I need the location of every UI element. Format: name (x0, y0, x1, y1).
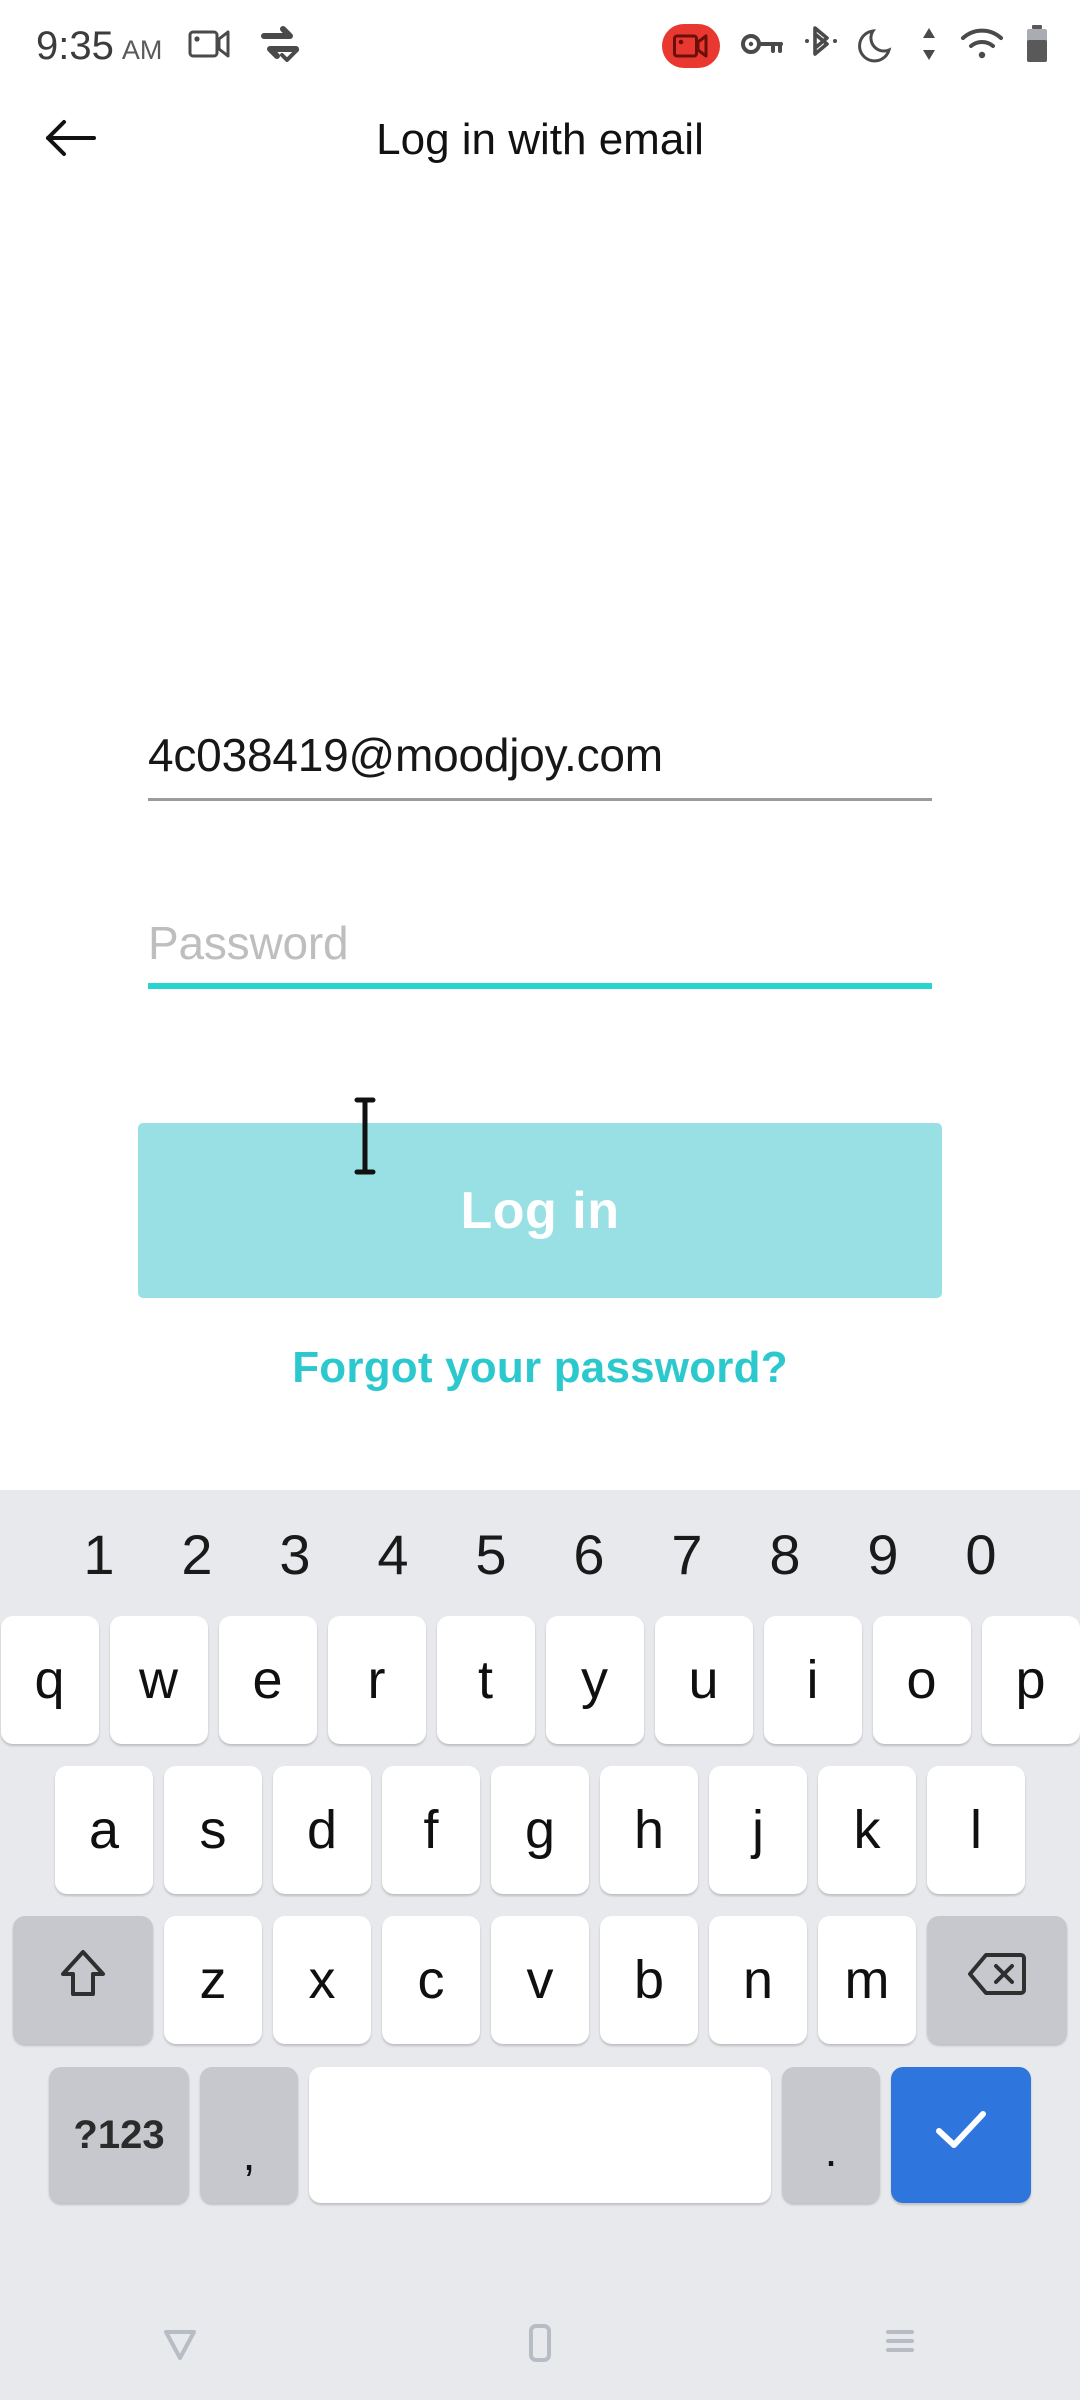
key-n[interactable]: n (709, 1916, 807, 2044)
screen-cast-icon (188, 27, 232, 66)
key-6[interactable]: 6 (540, 1505, 638, 1605)
key-5[interactable]: 5 (442, 1505, 540, 1605)
key-f[interactable]: f (382, 1766, 480, 1894)
mouse-cursor-ibeam (348, 1096, 382, 1181)
key-c[interactable]: c (382, 1916, 480, 2044)
status-time: 9:35 (36, 23, 114, 68)
bluetooth-icon (804, 24, 838, 69)
password-field-underline (148, 983, 932, 989)
battery-icon (1024, 24, 1050, 69)
password-field-placeholder: Password (148, 917, 349, 969)
screen-record-badge-icon (662, 24, 720, 68)
key-a[interactable]: a (55, 1766, 153, 1894)
key-x[interactable]: x (273, 1916, 371, 2044)
vpn-sync-icon (258, 25, 304, 68)
key-v[interactable]: v (491, 1916, 589, 2044)
key-i[interactable]: i (763, 1616, 862, 1744)
keyboard-row-bottom-letters: z x c v b n m (0, 1905, 1080, 2055)
key-m[interactable]: m (818, 1916, 916, 2044)
key-e[interactable]: e (218, 1616, 317, 1744)
key-3[interactable]: 3 (246, 1505, 344, 1605)
login-button[interactable]: Log in (138, 1123, 942, 1298)
key-b[interactable]: b (600, 1916, 698, 2044)
key-t[interactable]: t (436, 1616, 535, 1744)
forgot-password-link[interactable]: Forgot your password? (0, 1343, 1080, 1393)
email-field[interactable]: 4c038419@moodjoy.com (148, 718, 932, 801)
check-icon (931, 2104, 991, 2166)
backspace-key[interactable] (927, 1916, 1067, 2044)
keyboard-row-modifiers: ?123 , . (0, 2055, 1080, 2215)
nav-home-button[interactable] (450, 2290, 630, 2400)
symbols-key[interactable]: ?123 (49, 2067, 189, 2203)
key-r[interactable]: r (327, 1616, 426, 1744)
key-7[interactable]: 7 (638, 1505, 736, 1605)
key-p[interactable]: p (981, 1616, 1080, 1744)
key-d[interactable]: d (273, 1766, 371, 1894)
status-bar-right (662, 24, 1080, 69)
key-z[interactable]: z (164, 1916, 262, 2044)
status-bar-clock: 9:35 AM (36, 24, 162, 69)
on-screen-keyboard: 1 2 3 4 5 6 7 8 9 0 q w e r t y u i o p … (0, 1490, 1080, 2290)
key-h[interactable]: h (600, 1766, 698, 1894)
nav-recents-icon (877, 2320, 923, 2371)
keyboard-number-row: 1 2 3 4 5 6 7 8 9 0 (0, 1490, 1080, 1605)
key-y[interactable]: y (545, 1616, 644, 1744)
app-bar: Log in with email (0, 92, 1080, 188)
key-o[interactable]: o (872, 1616, 971, 1744)
status-bar-left: 9:35 AM (0, 24, 304, 69)
keyboard-row-home: a s d f g h j k l (0, 1755, 1080, 1905)
key-w[interactable]: w (109, 1616, 208, 1744)
do-not-disturb-moon-icon (858, 24, 898, 69)
status-bar: 9:35 AM (0, 0, 1080, 92)
email-field-underline (148, 798, 932, 801)
email-field-value: 4c038419@moodjoy.com (148, 729, 663, 781)
page-title: Log in with email (376, 115, 704, 164)
key-4[interactable]: 4 (344, 1505, 442, 1605)
space-key[interactable] (309, 2067, 771, 2203)
key-k[interactable]: k (818, 1766, 916, 1894)
key-1[interactable]: 1 (50, 1505, 148, 1605)
shift-icon (57, 1946, 109, 2015)
shift-key[interactable] (13, 1916, 153, 2044)
key-l[interactable]: l (927, 1766, 1025, 1894)
backspace-icon (967, 1949, 1027, 2011)
wifi-icon (960, 27, 1004, 66)
data-transfer-icon (918, 25, 940, 68)
key-icon (740, 30, 784, 63)
enter-key[interactable] (891, 2067, 1031, 2203)
period-key[interactable]: . (782, 2067, 880, 2203)
key-9[interactable]: 9 (834, 1505, 932, 1605)
nav-recents-button[interactable] (810, 2290, 990, 2400)
key-0[interactable]: 0 (932, 1505, 1030, 1605)
nav-home-icon (518, 2320, 562, 2371)
key-g[interactable]: g (491, 1766, 589, 1894)
status-ampm: AM (121, 34, 163, 65)
password-field[interactable]: Password (148, 906, 932, 989)
key-s[interactable]: s (164, 1766, 262, 1894)
comma-key[interactable]: , (200, 2067, 298, 2203)
keyboard-row-top: q w e r t y u i o p (0, 1605, 1080, 1755)
nav-back-triangle-icon (157, 2320, 203, 2371)
nav-back-button[interactable] (90, 2290, 270, 2400)
key-j[interactable]: j (709, 1766, 807, 1894)
login-form: 4c038419@moodjoy.com Password Log in For… (0, 188, 1080, 1490)
key-2[interactable]: 2 (148, 1505, 246, 1605)
android-navigation-bar (0, 2290, 1080, 2400)
key-u[interactable]: u (654, 1616, 753, 1744)
key-q[interactable]: q (0, 1616, 99, 1744)
key-8[interactable]: 8 (736, 1505, 834, 1605)
